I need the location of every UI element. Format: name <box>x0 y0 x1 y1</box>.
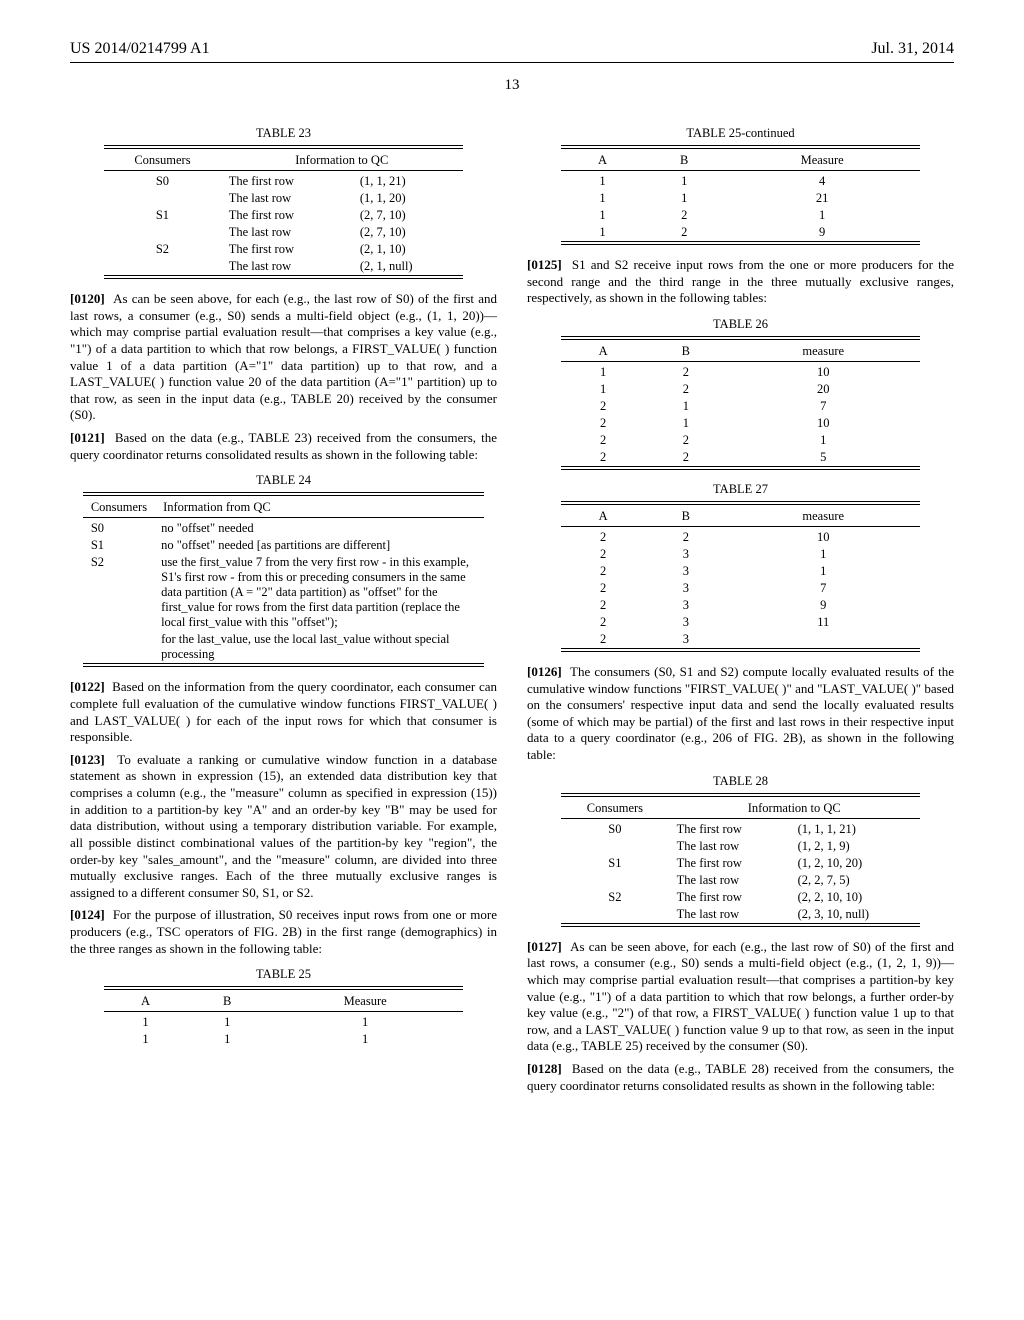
table-row: 1 <box>104 1031 187 1048</box>
table-26-caption: TABLE 26 <box>527 317 954 332</box>
table-28: Consumers Information to QC S0The first … <box>561 793 920 929</box>
table-26: A B measure 1210 1220 217 2110 221 225 <box>561 336 920 472</box>
page-header: US 2014/0214799 A1 Jul. 31, 2014 <box>70 40 954 63</box>
paragraph-0123: [0123] To evaluate a ranking or cumulati… <box>70 752 497 902</box>
table-row <box>561 838 669 855</box>
page-number: 13 <box>70 77 954 94</box>
table-23-caption: TABLE 23 <box>70 126 497 141</box>
paragraph-0128: [0128] Based on the data (e.g., TABLE 28… <box>527 1061 954 1094</box>
table-25-header-a: A <box>104 992 187 1012</box>
two-column-body: TABLE 23 Consumers Information to QC S0T… <box>70 116 954 1100</box>
paragraph-0122: [0122] Based on the information from the… <box>70 679 497 746</box>
table-24-header-info: Information from QC <box>155 498 484 518</box>
table-25-header-m: Measure <box>267 992 462 1012</box>
table-row: 1 <box>104 1014 187 1031</box>
table-row: S2 <box>83 554 155 631</box>
table-row: 1 <box>561 364 645 381</box>
table-23-header-cons: Consumers <box>104 151 221 171</box>
table-24: Consumers Information from QC S0no "offs… <box>83 492 484 669</box>
table-row <box>83 631 155 664</box>
table-row: 2 <box>561 563 645 580</box>
table-row: 2 <box>561 546 645 563</box>
table-row: 1 <box>561 207 644 224</box>
table-row: 1 <box>561 173 644 190</box>
table-row <box>561 906 669 924</box>
table-25a: A B Measure 111 111 <box>104 986 463 1048</box>
paragraph-0125: [0125] S1 and S2 receive input rows from… <box>527 257 954 307</box>
table-row: 2 <box>561 415 645 432</box>
paragraph-0121: [0121] Based on the data (e.g., TABLE 23… <box>70 430 497 463</box>
table-23: Consumers Information to QC S0The first … <box>104 145 463 281</box>
table-row: S2 <box>104 241 221 258</box>
table-row: 2 <box>561 614 645 631</box>
left-column: TABLE 23 Consumers Information to QC S0T… <box>70 116 497 1100</box>
table-row <box>104 190 221 207</box>
table-25-header-b: B <box>187 992 268 1012</box>
table-row: S1 <box>83 537 155 554</box>
table-24-header-cons: Consumers <box>83 498 155 518</box>
table-row: 2 <box>561 580 645 597</box>
paragraph-0120: [0120] As can be seen above, for each (e… <box>70 291 497 424</box>
table-row: S0 <box>561 821 669 838</box>
paragraph-0127: [0127] As can be seen above, for each (e… <box>527 939 954 1055</box>
table-row: 2 <box>561 398 645 415</box>
table-27-caption: TABLE 27 <box>527 482 954 497</box>
table-row: 2 <box>561 449 645 467</box>
table-row: S1 <box>104 207 221 224</box>
table-28-caption: TABLE 28 <box>527 774 954 789</box>
table-row: S0 <box>104 173 221 190</box>
table-row: 2 <box>561 529 645 546</box>
table-row: S2 <box>561 889 669 906</box>
patent-page: US 2014/0214799 A1 Jul. 31, 2014 13 TABL… <box>0 0 1024 1140</box>
table-row: S1 <box>561 855 669 872</box>
table-24-caption: TABLE 24 <box>70 473 497 488</box>
paragraph-0126: [0126] The consumers (S0, S1 and S2) com… <box>527 664 954 764</box>
table-row: 1 <box>561 224 644 242</box>
table-row: 1 <box>561 381 645 398</box>
table-23-header-info: Information to QC <box>221 151 463 171</box>
table-25b: A B Measure 114 1121 121 129 <box>561 145 920 247</box>
table-row: 2 <box>561 432 645 449</box>
table-row: 2 <box>561 631 645 649</box>
table-25-caption: TABLE 25 <box>70 967 497 982</box>
table-row: 1 <box>561 190 644 207</box>
table-row <box>104 224 221 241</box>
table-row <box>561 872 669 889</box>
table-25-cont-caption: TABLE 25-continued <box>527 126 954 141</box>
paragraph-0124: [0124] For the purpose of illustration, … <box>70 907 497 957</box>
table-row: S0 <box>83 520 155 537</box>
table-27: A B measure 2210 231 231 237 239 2311 23 <box>561 501 920 654</box>
table-row: 2 <box>561 597 645 614</box>
publication-date: Jul. 31, 2014 <box>871 40 954 58</box>
publication-number: US 2014/0214799 A1 <box>70 40 210 58</box>
table-row <box>104 258 221 276</box>
right-column: TABLE 25-continued A B Measure 114 1121 … <box>527 116 954 1100</box>
